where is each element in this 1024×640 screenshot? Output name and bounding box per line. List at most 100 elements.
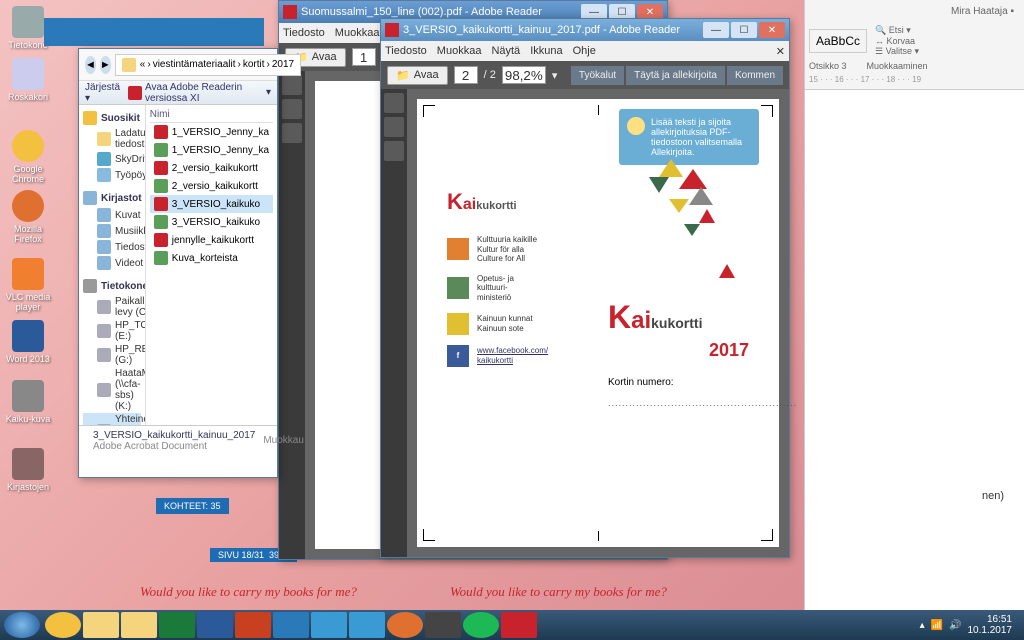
menu-file[interactable]: Tiedosto xyxy=(385,45,427,57)
open-adobe-button[interactable]: Avaa Adobe Readerin versiossa XI ▾ xyxy=(128,82,271,104)
taskbar-ie-icon[interactable] xyxy=(311,612,347,638)
taskbar-chrome-icon[interactable] xyxy=(45,612,81,638)
nav-item[interactable]: Musiikki xyxy=(83,223,141,239)
nav-item[interactable]: Paikallinen levy (C:) xyxy=(83,295,141,319)
select-cmd[interactable]: ☰ Valitse ▾ xyxy=(875,46,919,57)
menu-window[interactable]: Ikkuna xyxy=(530,45,562,57)
nav-item[interactable]: HaataMi (\\cfa-sbs) (K:) xyxy=(83,367,141,413)
desktop-icon-libs[interactable]: Kirjastojen xyxy=(4,448,52,492)
nav-item[interactable]: Kuvat xyxy=(83,207,141,223)
maximize-button[interactable]: ☐ xyxy=(731,22,757,38)
nav-item[interactable]: Ladatut tiedostot xyxy=(83,127,141,151)
page-input[interactable] xyxy=(352,48,376,66)
tab-comment[interactable]: Kommen xyxy=(727,66,783,85)
taskbar-ie2-icon[interactable] xyxy=(349,612,385,638)
minimize-button[interactable]: — xyxy=(703,22,729,38)
close-button[interactable]: ✕ xyxy=(759,22,785,38)
tab-tools[interactable]: Työkalut xyxy=(571,66,624,85)
forward-button[interactable]: ► xyxy=(100,56,111,74)
addressbar: ◄ ► « ›viestintämateriaalit ›kortit ›201… xyxy=(79,49,277,81)
file-item[interactable]: 2_versio_kaikukortt xyxy=(150,159,273,177)
desktop-icon-kaiku[interactable]: Kaiku-kuva xyxy=(4,380,52,424)
taskbar-folder-icon[interactable] xyxy=(121,612,157,638)
nav-item[interactable]: HP_RECOVERY (G:) xyxy=(83,343,141,367)
attachments-icon[interactable] xyxy=(384,141,404,161)
word-body-text: nen) xyxy=(805,470,1024,522)
desktop-icon-word[interactable]: Word 2013 xyxy=(4,320,52,364)
tray-network-icon[interactable]: 📶 xyxy=(931,620,943,631)
file-item[interactable]: 1_VERSIO_Jenny_ka xyxy=(150,141,273,159)
thumbnails-icon[interactable] xyxy=(384,93,404,113)
attachments-icon[interactable] xyxy=(282,123,302,143)
file-item[interactable]: jennylle_kaikukortt xyxy=(150,231,273,249)
window-title: Suomussalmi_150_line (002).pdf - Adobe R… xyxy=(301,6,542,18)
taskbar-explorer-icon[interactable] xyxy=(83,612,119,638)
file-item[interactable]: Kuva_korteista xyxy=(150,249,273,267)
desktop-icon-firefox[interactable]: Mozilla Firefox xyxy=(4,190,52,244)
menu-help[interactable]: Ohje xyxy=(573,45,596,57)
column-header[interactable]: Nimi xyxy=(150,109,273,123)
organize-menu[interactable]: Järjestä ▾ xyxy=(85,82,120,104)
tray-volume-icon[interactable]: 🔊 xyxy=(949,620,961,631)
taskbar-app-icon[interactable] xyxy=(425,612,461,638)
tray-up-icon[interactable]: ▴ xyxy=(920,620,925,631)
back-button[interactable]: ◄ xyxy=(85,56,96,74)
adobe-sidebar xyxy=(279,71,305,559)
wallpaper-text: Would you like to carry my books for me? xyxy=(140,584,357,600)
thumbnails-icon[interactable] xyxy=(282,75,302,95)
style-box[interactable]: AaBbCc xyxy=(809,29,867,53)
nav-item[interactable]: Työpöytä xyxy=(83,167,141,183)
desktop-icon-chrome[interactable]: Google Chrome xyxy=(4,130,52,184)
menu-view[interactable]: Näytä xyxy=(491,45,520,57)
nav-item[interactable]: SkyDrive xyxy=(83,151,141,167)
pdf-viewport[interactable]: Lisää teksti ja sijoita allekirjoituksia… xyxy=(407,89,789,557)
taskbar-excel-icon[interactable] xyxy=(159,612,195,638)
nav-item[interactable]: Tiedostot xyxy=(83,239,141,255)
selected-filetype: Adobe Acrobat Document xyxy=(93,441,255,452)
desktop-icon-vlc[interactable]: VLC media player xyxy=(4,258,52,312)
start-button[interactable] xyxy=(4,612,40,638)
page-input[interactable] xyxy=(454,66,478,84)
menu-close-icon[interactable]: ✕ xyxy=(776,45,785,58)
nav-item[interactable]: Videot xyxy=(83,255,141,271)
replace-cmd[interactable]: ↔ Korvaa xyxy=(875,36,919,46)
find-cmd[interactable]: 🔍 Etsi ▾ xyxy=(875,25,919,36)
taskbar-word-icon[interactable] xyxy=(197,612,233,638)
taskbar-firefox-icon[interactable] xyxy=(387,612,423,638)
file-item[interactable]: 1_VERSIO_Jenny_ka xyxy=(150,123,273,141)
address-field[interactable]: « ›viestintämateriaalit ›kortit ›2017 xyxy=(115,54,301,76)
nav-libraries[interactable]: Kirjastot xyxy=(83,189,141,207)
sponsor-culture: Kulttuuria kaikille Kultur för alla Cult… xyxy=(447,235,578,264)
explorer-statusbar: 3_VERSIO_kaikukortti_kainuu_2017 Adobe A… xyxy=(79,425,277,455)
titlebar[interactable]: 3_VERSIO_kaikukortti_kainuu_2017.pdf - A… xyxy=(381,19,789,41)
zoom-dropdown-icon[interactable]: ▾ xyxy=(552,69,558,82)
file-item[interactable]: 2_versio_kaikukortt xyxy=(150,177,273,195)
taskbar-powerpoint-icon[interactable] xyxy=(235,612,271,638)
kaiku-logo-small: Kaikukortti xyxy=(447,189,578,215)
bookmarks-icon[interactable] xyxy=(282,99,302,119)
style-label: Otsikko 3 xyxy=(809,61,847,71)
nav-item[interactable]: HP_TOOLS (E:) xyxy=(83,319,141,343)
nav-item[interactable]: Yhteinen (\\cfa-sbs) (Y:) xyxy=(83,413,141,425)
bookmarks-icon[interactable] xyxy=(384,117,404,137)
system-tray[interactable]: ▴ 📶 🔊 16:51 10.1.2017 xyxy=(920,614,1020,636)
nav-favorites[interactable]: Suosikit xyxy=(83,109,141,127)
menu-edit[interactable]: Muokkaa xyxy=(335,27,380,39)
zoom-input[interactable] xyxy=(502,66,546,84)
selected-mod: Muokkau xyxy=(263,435,304,446)
taskbar-adobe-icon[interactable] xyxy=(501,612,537,638)
crop-mark xyxy=(761,105,773,117)
tab-sign[interactable]: Täytä ja allekirjoita xyxy=(626,66,725,85)
sponsor-facebook: fwww.facebook.com/ kaikukortti xyxy=(447,345,578,367)
card-number-line: ........................................… xyxy=(608,398,749,408)
menu-edit[interactable]: Muokkaa xyxy=(437,45,482,57)
file-item[interactable]: 3_VERSIO_kaikuko xyxy=(150,213,273,231)
open-button[interactable]: 📁 Avaa xyxy=(387,66,448,85)
taskbar-spotify-icon[interactable] xyxy=(463,612,499,638)
file-item[interactable]: 3_VERSIO_kaikuko xyxy=(150,195,273,213)
menu-file[interactable]: Tiedosto xyxy=(283,27,325,39)
nav-computer[interactable]: Tietokone xyxy=(83,277,141,295)
taskbar-outlook-icon[interactable] xyxy=(273,612,309,638)
kaiku-logo-large: Kaikukortti xyxy=(608,299,749,336)
desktop-icon-trash[interactable]: Roskakori xyxy=(4,58,52,102)
